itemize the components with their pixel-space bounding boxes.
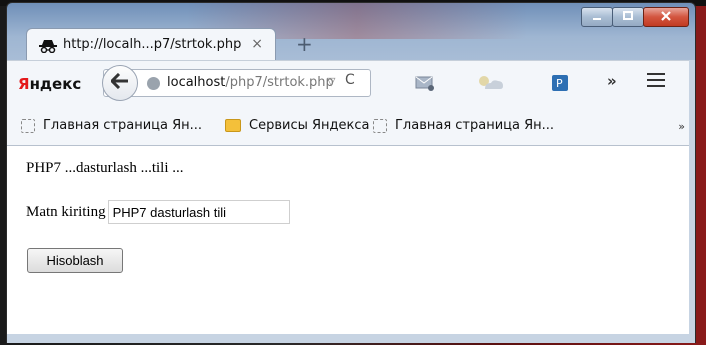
result-text: PHP7 ...dasturlash ...tili ... <box>26 160 184 176</box>
maximize-button[interactable] <box>612 7 644 27</box>
input-row: Matn kiriting <box>26 200 290 224</box>
input-label: Matn kiriting <box>26 203 106 220</box>
window-frame-bottom <box>6 334 696 343</box>
site-identity-icon[interactable] <box>147 77 160 90</box>
browser-tab-active[interactable]: http://localh...p7/strtok.php × <box>26 28 276 60</box>
bookmark-item[interactable]: Главная страница Ян... <box>373 118 554 133</box>
maximize-icon <box>623 10 633 24</box>
url-text[interactable]: localhost/php7/strtok.php <box>167 75 334 90</box>
svg-text:P: P <box>556 77 563 90</box>
weather-icon[interactable] <box>475 75 505 95</box>
yandex-logo[interactable]: Яндекс <box>18 75 81 93</box>
minimize-icon <box>592 10 602 24</box>
bookmark-service-icon[interactable]: P <box>552 75 568 95</box>
page-icon <box>21 118 35 133</box>
hamburger-menu-icon[interactable] <box>647 73 665 91</box>
toolbar-overflow-icon[interactable]: » <box>607 72 617 90</box>
bookmarks-overflow-icon[interactable]: » <box>678 120 685 133</box>
folder-icon <box>225 119 241 132</box>
submit-button[interactable]: Hisoblash <box>27 248 123 273</box>
url-history-dropdown-icon[interactable]: ▽ <box>327 75 335 88</box>
page-icon <box>373 118 387 133</box>
bookmark-folder[interactable]: Сервисы Яндекса <box>225 118 369 133</box>
bookmark-label: Главная страница Ян... <box>43 118 203 133</box>
close-icon <box>660 10 672 25</box>
mail-icon[interactable] <box>415 75 435 95</box>
back-arrow-icon <box>109 72 129 93</box>
text-input[interactable] <box>107 200 290 224</box>
reload-button[interactable]: C <box>345 72 355 88</box>
tab-close-icon[interactable]: × <box>251 36 263 52</box>
new-tab-button[interactable]: + <box>296 32 313 56</box>
window-frame-right <box>689 60 696 335</box>
back-button[interactable] <box>102 65 138 101</box>
incognito-hat-icon <box>39 38 57 53</box>
close-button[interactable] <box>643 7 689 27</box>
window-controls <box>581 7 689 27</box>
tab-title: http://localh...p7/strtok.php <box>63 37 242 52</box>
navigation-toolbar: Яндекс localhost/php7/strtok.php ▽ C P » <box>7 60 695 106</box>
minimize-button[interactable] <box>581 7 613 27</box>
bookmark-label: Сервисы Яндекса <box>249 118 370 133</box>
page-content: PHP7 ...dasturlash ...tili ... Matn kiri… <box>7 146 689 334</box>
bookmark-item[interactable]: Главная страница Ян... <box>21 118 202 133</box>
bookmarks-toolbar: Главная страница Ян... Сервисы Яндекса Г… <box>7 106 695 146</box>
bookmark-label: Главная страница Ян... <box>395 118 555 133</box>
